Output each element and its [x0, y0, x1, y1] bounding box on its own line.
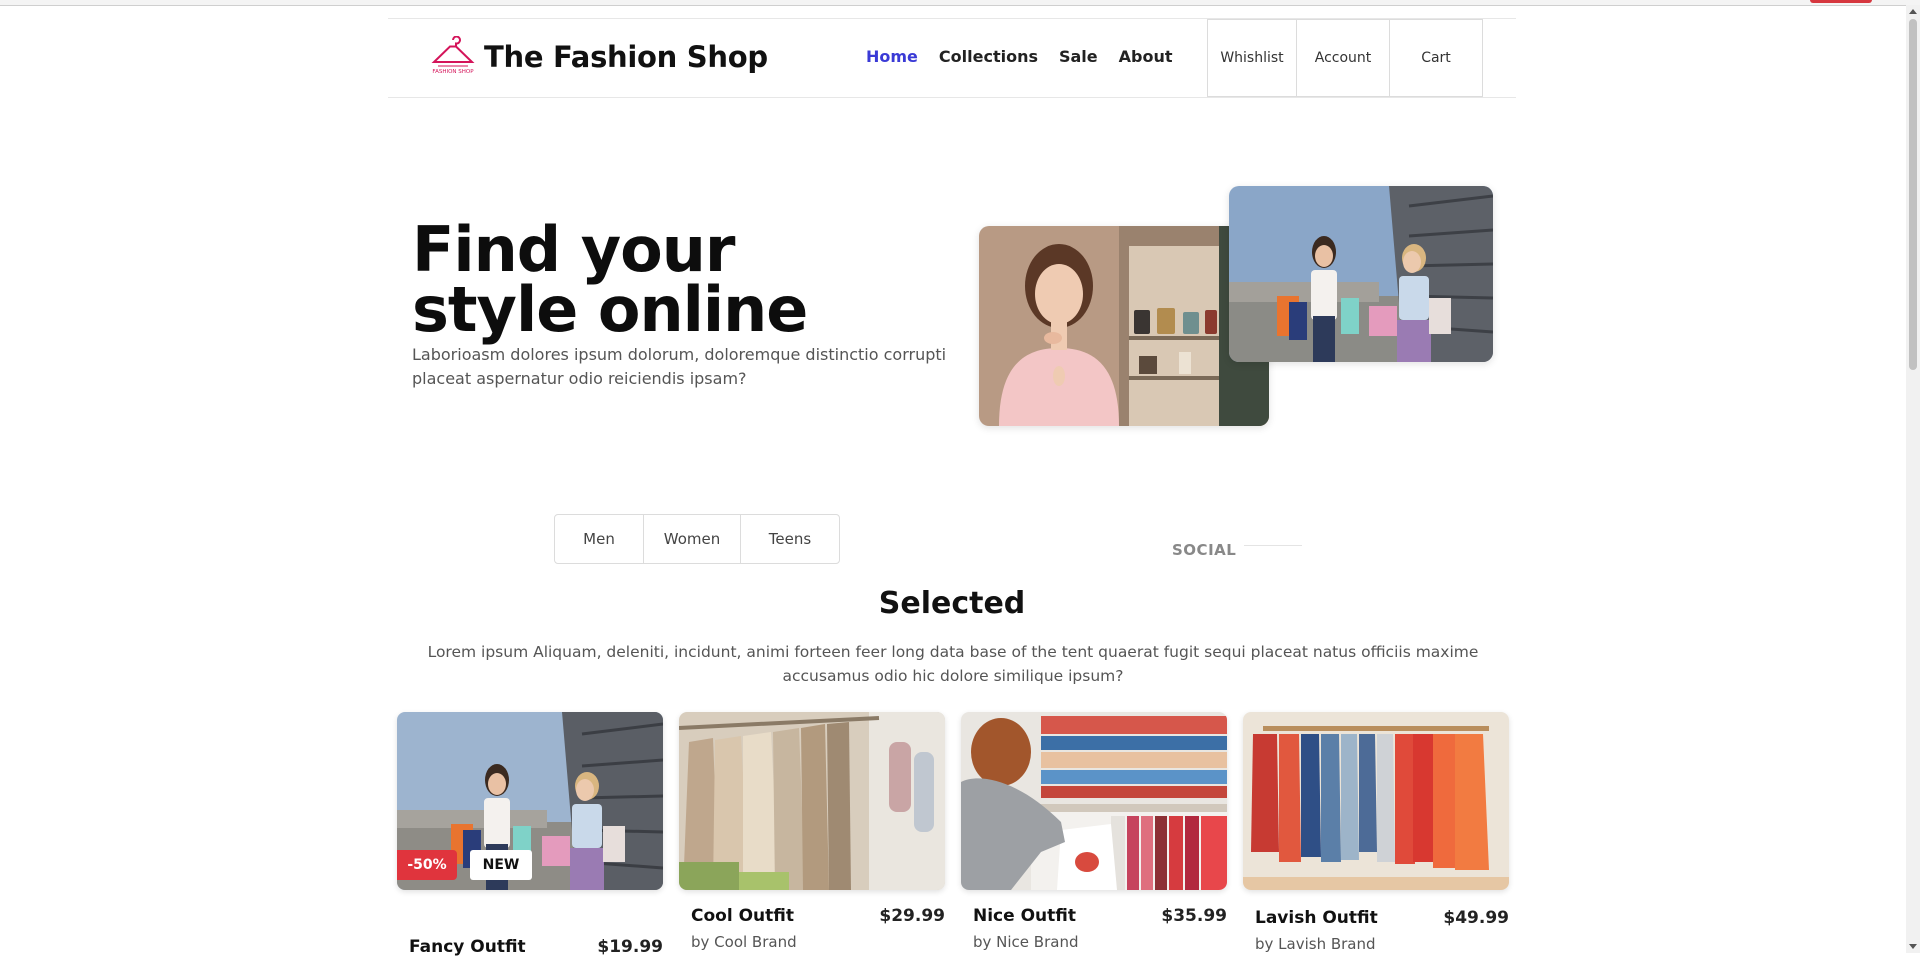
product-image[interactable]: [679, 712, 945, 890]
hero-title: Find your style online: [412, 219, 808, 341]
product-price: $29.99: [879, 906, 945, 926]
svg-text:FASHION SHOP: FASHION SHOP: [432, 69, 474, 75]
product-image[interactable]: -50% NEW: [397, 712, 663, 890]
product-image[interactable]: [1243, 712, 1509, 890]
tab-women[interactable]: Women: [643, 514, 741, 564]
page-scrollbar[interactable]: [1906, 5, 1920, 953]
hero-subtitle: Laborioasm dolores ipsum dolorum, dolore…: [412, 345, 947, 388]
product-name[interactable]: Fancy Outfit: [409, 937, 526, 957]
product-name[interactable]: Cool Outfit: [691, 906, 794, 926]
cart-button[interactable]: Cart: [1389, 19, 1483, 97]
product-name[interactable]: Nice Outfit: [973, 906, 1076, 926]
brand-name: The Fashion Shop: [484, 40, 768, 74]
browser-close-accent: [1810, 0, 1872, 3]
product-brand: by Nice Brand: [973, 933, 1079, 951]
product-brand: by Lavish Brand: [1255, 935, 1376, 953]
product-image[interactable]: [961, 712, 1227, 890]
scrollbar-thumb[interactable]: [1909, 19, 1917, 370]
wishlist-button[interactable]: Whishlist: [1207, 19, 1297, 97]
hanger-icon: FASHION SHOP: [431, 36, 475, 75]
header-utility-buttons: Whishlist Account Cart: [1207, 19, 1483, 97]
selected-section-title: Selected: [878, 586, 1026, 621]
hero-image-shopping-friends: [1229, 186, 1493, 362]
tab-teens[interactable]: Teens: [740, 514, 840, 564]
discount-badge: -50%: [397, 850, 457, 880]
product-price: $49.99: [1443, 908, 1509, 928]
site-header: FASHION SHOP The Fashion Shop Home Colle…: [388, 18, 1516, 98]
social-label: SOCIAL: [1172, 541, 1237, 559]
account-button[interactable]: Account: [1296, 19, 1390, 97]
social-divider: [1244, 545, 1302, 546]
scroll-up-arrow-icon[interactable]: [1909, 9, 1917, 14]
scroll-down-arrow-icon[interactable]: [1909, 944, 1917, 949]
hero-image-shop-model: [979, 226, 1269, 426]
tab-men[interactable]: Men: [554, 514, 644, 564]
main-nav: Home Collections Sale About: [866, 47, 1194, 66]
nav-collections[interactable]: Collections: [939, 47, 1038, 66]
product-price: $19.99: [597, 937, 663, 957]
nav-about[interactable]: About: [1119, 47, 1173, 66]
nav-home[interactable]: Home: [866, 47, 918, 66]
selected-section-description: Lorem ipsum Aliquam, deleniti, incidunt,…: [427, 643, 1479, 685]
category-tabs: Men Women Teens: [554, 514, 840, 564]
product-brand: by Cool Brand: [691, 933, 797, 951]
product-price: $35.99: [1161, 906, 1227, 926]
product-name[interactable]: Lavish Outfit: [1255, 908, 1378, 928]
nav-sale[interactable]: Sale: [1059, 47, 1098, 66]
new-badge: NEW: [470, 850, 532, 880]
brand[interactable]: FASHION SHOP The Fashion Shop: [430, 35, 768, 79]
browser-top-strip: [0, 0, 1920, 6]
hero-title-line-2: style online: [412, 273, 808, 346]
